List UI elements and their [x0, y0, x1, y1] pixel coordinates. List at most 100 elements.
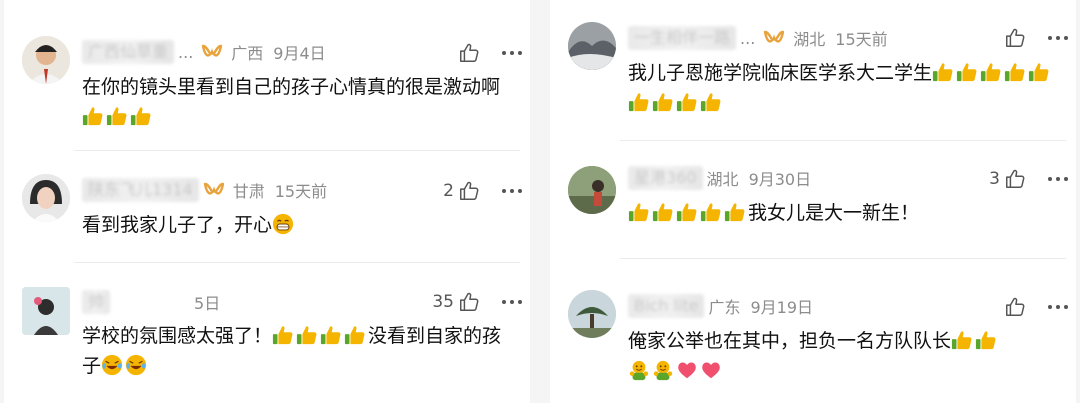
like-button[interactable]: 3 [989, 168, 1026, 190]
grin-emoji [272, 213, 294, 235]
like-button[interactable] [1000, 296, 1026, 318]
like-count: 35 [432, 292, 454, 312]
username[interactable]: 星港360 [628, 166, 703, 190]
thumbs-up-emoji [82, 105, 104, 127]
divider [74, 150, 520, 151]
like-button[interactable] [454, 42, 480, 64]
comment-actions [454, 42, 522, 64]
thumbs-up-emoji [975, 329, 997, 351]
comment-body: 我儿子恩施学院临床医学系大二学生 [628, 62, 933, 84]
comment-meta: 一生相伴一路 ... 湖北 15天前 [628, 26, 888, 50]
comment-text: 我女儿是大一新生！ [628, 198, 1052, 228]
thumbs-up-emoji [1004, 61, 1026, 83]
thumbs-up-emoji [652, 201, 674, 223]
thumbs-up-emoji [652, 91, 674, 113]
thumbs-up-emoji [628, 201, 650, 223]
comment-body: 在你的镜头里看到自己的孩子心情真的很是激动啊 [82, 76, 501, 98]
laugh-cry-emoji [101, 354, 123, 376]
like-count: 3 [989, 169, 1000, 189]
thumbs-up-emoji [106, 105, 128, 127]
comment-meta: 星港360 湖北 9月30日 [628, 166, 811, 190]
hug-emoji [652, 359, 674, 381]
divider [620, 140, 1066, 141]
more-options-icon[interactable] [502, 180, 522, 202]
thumbs-up-emoji [932, 61, 954, 83]
fan-badge-icon [764, 30, 785, 43]
hug-emoji [628, 359, 650, 381]
region: 广东 [708, 298, 741, 317]
comment-body: 俺家公举也在其中，担负一名方队队长 [628, 330, 952, 352]
timestamp: 9月4日 [273, 44, 326, 63]
comment-body: 我女儿是大一新生！ [748, 202, 920, 224]
thumbs-up-icon [460, 292, 479, 311]
thumbs-up-emoji [344, 324, 366, 346]
thumbs-up-emoji [296, 324, 318, 346]
like-button[interactable]: 35 [432, 291, 480, 313]
thumbs-up-emoji [700, 91, 722, 113]
more-options-icon[interactable] [1048, 296, 1068, 318]
comment-text: 在你的镜头里看到自己的孩子心情真的很是激动啊 [82, 72, 506, 132]
comment-actions: 3 [989, 168, 1068, 190]
comment-text: 我儿子恩施学院临床医学系大二学生 [628, 58, 1052, 118]
comment-actions: 35 [432, 291, 522, 313]
thumbs-up-emoji [130, 105, 152, 127]
thumbs-up-icon [1006, 28, 1025, 47]
name-ellipsis: ... [178, 42, 194, 62]
laugh-cry-emoji [125, 354, 147, 376]
thumbs-up-icon [1006, 169, 1025, 188]
fan-badge-icon [203, 182, 224, 195]
region: 湖北 [793, 30, 826, 49]
thumbs-up-emoji [700, 201, 722, 223]
fan-badge-icon [202, 44, 223, 57]
comment-item: Bich lite 广东 9月19日 俺家公举也在其中，担负一名方队队长 [550, 278, 1076, 403]
avatar[interactable] [22, 174, 70, 222]
thumbs-up-emoji [320, 324, 342, 346]
region: 甘肃 [232, 182, 265, 201]
avatar[interactable] [22, 36, 70, 84]
comment-item: 帅 5日 35 学校的氛围感太强了！ 没看到自家的孩子 [4, 275, 530, 403]
comment-item: 星港360 湖北 9月30日 3 我女儿是大一新生！ [550, 150, 1076, 250]
comment-actions [1000, 296, 1068, 318]
thumbs-up-icon [1006, 297, 1025, 316]
avatar[interactable] [568, 166, 616, 214]
comment-meta: 帅 5日 [82, 290, 220, 314]
timestamp: 9月30日 [748, 170, 812, 189]
thumbs-up-icon [460, 181, 479, 200]
avatar[interactable] [22, 287, 70, 335]
like-button[interactable]: 2 [443, 180, 480, 202]
more-options-icon[interactable] [1048, 168, 1068, 190]
thumbs-up-emoji [272, 324, 294, 346]
thumbs-up-emoji [1028, 61, 1050, 83]
username[interactable]: 陕东飞儿1314 [82, 178, 199, 202]
thumbs-up-emoji [676, 91, 698, 113]
comment-body: 学校的氛围感太强了！ [82, 325, 273, 347]
comment-actions [1000, 27, 1068, 49]
thumbs-up-emoji [980, 61, 1002, 83]
like-button[interactable] [1000, 27, 1026, 49]
username[interactable]: 广西仙草重 [82, 40, 175, 64]
username[interactable]: 帅 [82, 290, 111, 314]
username[interactable]: Bich lite [628, 294, 705, 318]
comment-text: 学校的氛围感太强了！ 没看到自家的孩子 [82, 321, 506, 381]
comment-actions: 2 [443, 180, 522, 202]
heart-emoji [700, 359, 722, 381]
more-options-icon[interactable] [502, 42, 522, 64]
thumbs-up-emoji [951, 329, 973, 351]
comment-meta: 广西仙草重 ... 广西 9月4日 [82, 40, 326, 64]
timestamp: 15天前 [835, 30, 888, 49]
thumbs-up-emoji [724, 201, 746, 223]
comment-text: 看到我家儿子了，开心 [82, 210, 506, 240]
region: 广西 [231, 44, 264, 63]
thumbs-up-emoji [956, 61, 978, 83]
avatar[interactable] [568, 22, 616, 70]
username[interactable]: 一生相伴一路 [628, 26, 737, 50]
avatar[interactable] [568, 290, 616, 338]
timestamp: 15天前 [274, 182, 328, 201]
comment-item: 陕东飞儿1314 甘肃 15天前 2 看到我家儿子了，开心 [4, 160, 530, 270]
divider [620, 258, 1066, 259]
thumbs-up-emoji [628, 91, 650, 113]
more-options-icon[interactable] [1048, 27, 1068, 49]
more-options-icon[interactable] [502, 291, 522, 313]
comment-column-left: 广西仙草重 ... 广西 9月4日 在你的镜头里看到自己的孩子心情真的很是激动啊 [4, 0, 530, 403]
name-ellipsis: ... [740, 28, 756, 48]
